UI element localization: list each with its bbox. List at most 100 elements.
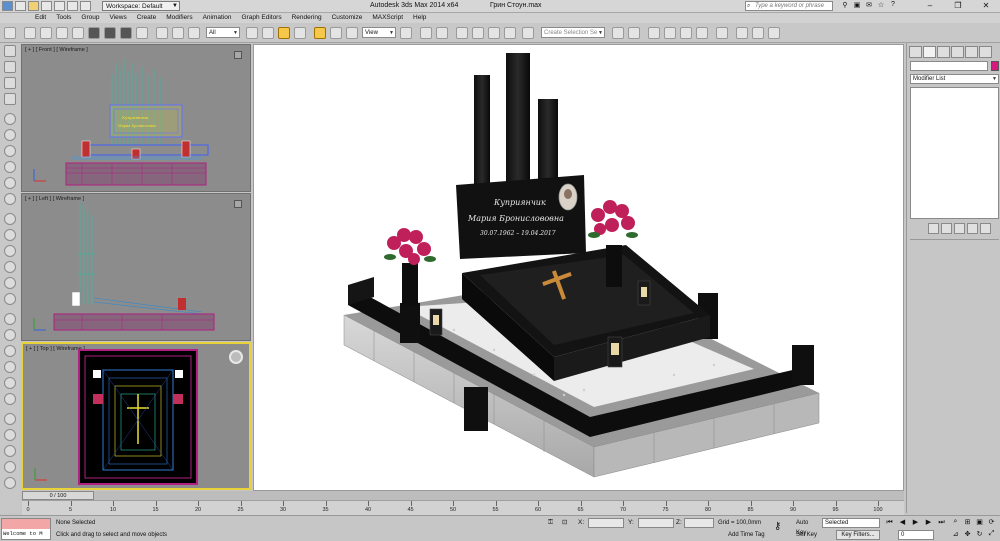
- utility-icon[interactable]: [4, 429, 16, 441]
- lock-icon[interactable]: ⚿: [548, 518, 553, 528]
- subscription-icon[interactable]: ▣: [852, 1, 862, 9]
- torus-icon[interactable]: [4, 145, 16, 157]
- menu-rendering[interactable]: Rendering: [287, 13, 327, 23]
- remove-modifier-icon[interactable]: [967, 223, 978, 234]
- menu-tools[interactable]: Tools: [51, 13, 76, 23]
- pivot-center-icon[interactable]: [400, 27, 412, 39]
- tube-icon[interactable]: [4, 245, 16, 257]
- binoculars-icon[interactable]: ⚲: [840, 1, 850, 9]
- curve-editor-icon[interactable]: [680, 27, 692, 39]
- auto-key-button[interactable]: Auto Key: [796, 518, 820, 536]
- show-end-result-icon[interactable]: [941, 223, 952, 234]
- compass-icon[interactable]: [4, 477, 16, 489]
- orbit-icon[interactable]: ⟳: [986, 518, 997, 528]
- pyramid-icon[interactable]: [4, 261, 16, 273]
- x-coordinate-field[interactable]: [588, 518, 624, 528]
- zoom-extents-icon[interactable]: ▣: [974, 518, 985, 528]
- rectangular-region-icon[interactable]: [278, 27, 290, 39]
- render-setup-icon[interactable]: [736, 27, 748, 39]
- undo-icon[interactable]: [54, 1, 65, 11]
- current-frame-field[interactable]: 0: [898, 530, 934, 540]
- go-to-end-icon[interactable]: ⏭: [936, 518, 947, 528]
- box-icon[interactable]: [4, 193, 16, 205]
- menu-modifiers[interactable]: Modifiers: [161, 13, 197, 23]
- track-bar[interactable]: 0 5 10 15 20 25 30 35 40 45 50 55 60 65 70 75 80 85 90 95 10…: [22, 500, 904, 515]
- particle-icon[interactable]: [4, 377, 16, 389]
- named-selection-dropdown[interactable]: Create Selection Se ▼: [541, 27, 605, 38]
- search-input[interactable]: ⌕ Type a keyword or phrase: [745, 1, 833, 11]
- spinner-snap-icon[interactable]: [504, 27, 516, 39]
- close-icon[interactable]: ✕: [972, 0, 1000, 12]
- plane-icon[interactable]: [4, 213, 16, 225]
- rendered-frame-window-icon[interactable]: [752, 27, 764, 39]
- globe-icon[interactable]: [4, 413, 16, 425]
- spacewarp-icon[interactable]: [4, 329, 16, 341]
- menu-customize[interactable]: Customize: [327, 13, 368, 23]
- helper-icon[interactable]: [4, 313, 16, 325]
- geosphere-icon[interactable]: [4, 229, 16, 241]
- make-unique-icon[interactable]: [954, 223, 965, 234]
- sphere-icon[interactable]: [4, 113, 16, 125]
- display-panel-icon[interactable]: [965, 46, 978, 58]
- field-of-view-icon[interactable]: ⊿: [950, 530, 961, 540]
- camera-icon[interactable]: [4, 293, 16, 305]
- maxscript-listener[interactable]: Welcome to M: [1, 518, 51, 540]
- reference-coordinate-dropdown[interactable]: View ▼: [362, 27, 396, 38]
- menu-views[interactable]: Views: [104, 13, 131, 23]
- absolute-mode-icon[interactable]: ⊡: [562, 518, 567, 528]
- rect-select-icon[interactable]: [104, 27, 116, 39]
- system-icon[interactable]: [4, 345, 16, 357]
- key-selection-dropdown[interactable]: Selected: [822, 518, 880, 528]
- open-file-icon[interactable]: [28, 1, 39, 11]
- window-crossing-icon[interactable]: [120, 27, 132, 39]
- pin-stack-icon[interactable]: [928, 223, 939, 234]
- select-object-icon[interactable]: [72, 27, 84, 39]
- workspace-dropdown[interactable]: Workspace: Default ▼: [102, 1, 180, 11]
- bind-spacewarp-icon[interactable]: [188, 27, 200, 39]
- hierarchy-tab-icon[interactable]: [4, 77, 16, 89]
- modify-panel-icon[interactable]: [923, 46, 936, 58]
- align-icon[interactable]: [628, 27, 640, 39]
- arc-rotate-icon[interactable]: ↻: [974, 530, 985, 540]
- motion-tab-icon[interactable]: [4, 93, 16, 105]
- select-by-name-icon[interactable]: [88, 27, 100, 39]
- viewport-top[interactable]: [ + ] [ Top ] [ Wireframe ]: [21, 342, 251, 490]
- pan-icon[interactable]: ✥: [962, 530, 973, 540]
- set-key-button[interactable]: Set Key: [796, 530, 820, 540]
- shape-icon[interactable]: [4, 361, 16, 373]
- menu-group[interactable]: Group: [76, 13, 104, 23]
- schematic-view-icon[interactable]: [696, 27, 708, 39]
- protractor-icon[interactable]: [4, 461, 16, 473]
- create-tab-icon[interactable]: [4, 45, 16, 57]
- window-crossing-tool-icon[interactable]: [294, 27, 306, 39]
- next-frame-icon[interactable]: ▶: [923, 518, 934, 528]
- rotate-icon[interactable]: [330, 27, 342, 39]
- move-icon[interactable]: [314, 27, 326, 39]
- select-manipulate-icon[interactable]: [420, 27, 432, 39]
- modifier-stack[interactable]: [910, 87, 999, 219]
- favorites-icon[interactable]: ☆: [876, 1, 886, 9]
- communication-icon[interactable]: ✉: [864, 1, 874, 9]
- select-link-icon[interactable]: [24, 27, 36, 39]
- z-coordinate-field[interactable]: [684, 518, 714, 528]
- undo-tool-icon[interactable]: [4, 27, 16, 39]
- select-by-name-tool-icon[interactable]: [262, 27, 274, 39]
- bind-icon[interactable]: [172, 27, 184, 39]
- compound-icon[interactable]: [4, 393, 16, 405]
- mirror-icon[interactable]: [612, 27, 624, 39]
- cone-icon[interactable]: [4, 161, 16, 173]
- viewport-left[interactable]: [ + ] [ Left ] [ Wireframe ]: [21, 193, 251, 341]
- keyboard-shortcut-icon[interactable]: [436, 27, 448, 39]
- teapot-icon[interactable]: [4, 177, 16, 189]
- previous-frame-icon[interactable]: ◀: [897, 518, 908, 528]
- tape-icon[interactable]: [4, 445, 16, 457]
- configure-sets-icon[interactable]: [980, 223, 991, 234]
- menu-help[interactable]: Help: [408, 13, 431, 23]
- graphite-ribbon-icon[interactable]: [664, 27, 676, 39]
- scale-icon[interactable]: [346, 27, 358, 39]
- time-slider-thumb[interactable]: 0 / 100: [22, 491, 94, 500]
- unlink-icon[interactable]: [40, 27, 52, 39]
- time-slider[interactable]: 0 / 100: [22, 491, 904, 500]
- menu-edit[interactable]: Edit: [30, 13, 51, 23]
- unlink-tool-icon[interactable]: [156, 27, 168, 39]
